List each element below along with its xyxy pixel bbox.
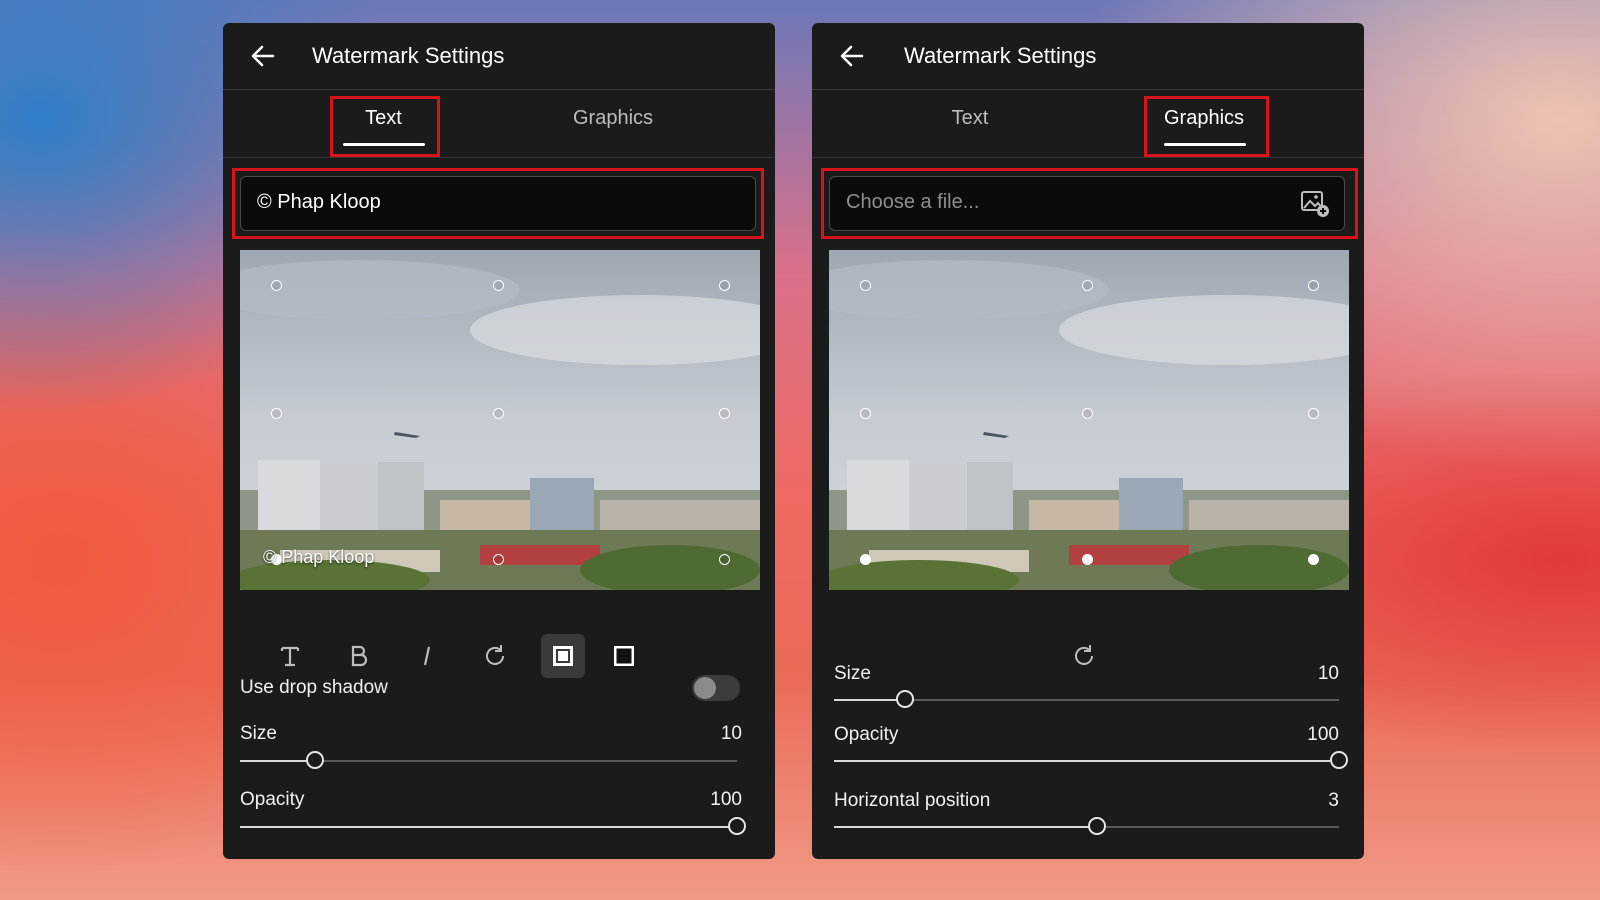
highlight-box: [232, 168, 764, 239]
slider-knob[interactable]: [1330, 751, 1348, 769]
position-dot[interactable]: [860, 408, 871, 419]
size-value: 10: [720, 723, 742, 744]
size-label: Size: [834, 663, 871, 684]
position-dot[interactable]: [1082, 408, 1093, 419]
size-slider[interactable]: [834, 690, 1339, 708]
opacity-value: 100: [710, 789, 742, 810]
toggle-knob: [694, 677, 716, 699]
position-dot[interactable]: [1308, 280, 1319, 291]
position-dot[interactable]: [860, 280, 871, 291]
text-type-icon[interactable]: [268, 634, 312, 678]
size-value: 10: [1317, 663, 1339, 684]
slider-knob[interactable]: [305, 751, 324, 769]
page-title: Watermark Settings: [312, 43, 505, 68]
slider-knob[interactable]: [1087, 817, 1106, 835]
shadow-box-icon[interactable]: [541, 634, 585, 678]
position-dot-selected[interactable]: [1308, 554, 1319, 565]
highlight-box: [821, 168, 1358, 239]
position-dot-selected[interactable]: [860, 554, 871, 565]
preview-image: © Phap Kloop: [240, 250, 760, 590]
size-slider[interactable]: [240, 751, 737, 769]
slider-knob[interactable]: [728, 817, 746, 835]
opacity-slider[interactable]: [834, 751, 1348, 769]
highlight-box: [1144, 96, 1269, 157]
position-dot[interactable]: [493, 280, 504, 291]
right-panel: Watermark Settings Text Graphics Choose …: [812, 23, 1364, 859]
position-dot[interactable]: [719, 280, 730, 291]
italic-icon[interactable]: [405, 634, 449, 678]
opacity-value: 100: [1307, 724, 1339, 745]
rotate-icon[interactable]: [473, 634, 517, 678]
slider-fill: [834, 699, 905, 701]
position-dot-selected[interactable]: [1082, 554, 1093, 565]
tab-text[interactable]: Text: [925, 107, 1015, 130]
opacity-label: Opacity: [834, 724, 899, 745]
horizontal-position-value: 3: [1328, 790, 1339, 811]
header: Watermark Settings: [223, 23, 775, 90]
bold-icon[interactable]: [337, 634, 381, 678]
page-title: Watermark Settings: [904, 43, 1097, 68]
slider-fill: [834, 760, 1339, 762]
tab-bar: Text Graphics: [812, 90, 1364, 158]
drop-shadow-label: Use drop shadow: [240, 677, 388, 698]
opacity-slider[interactable]: [240, 817, 746, 835]
watermark-preview-text: © Phap Kloop: [263, 547, 375, 567]
size-label: Size: [240, 723, 277, 744]
arrow-left-icon[interactable]: [838, 42, 866, 70]
tab-graphics[interactable]: Graphics: [558, 107, 668, 130]
slider-fill: [834, 826, 1097, 828]
slider-knob[interactable]: [895, 690, 914, 708]
position-dot[interactable]: [493, 408, 504, 419]
slider-fill: [240, 826, 737, 828]
outline-box-icon[interactable]: [602, 634, 646, 678]
header: Watermark Settings: [812, 23, 1364, 90]
left-panel: Watermark Settings Text Graphics © Phap …: [223, 23, 775, 859]
slider-fill: [240, 760, 315, 762]
position-dot[interactable]: [719, 408, 730, 419]
arrow-left-icon[interactable]: [249, 42, 277, 70]
rotate-icon[interactable]: [1062, 634, 1106, 678]
horizontal-position-label: Horizontal position: [834, 790, 991, 811]
position-dot[interactable]: [271, 408, 282, 419]
position-dot[interactable]: [719, 554, 730, 565]
tab-bar: Text Graphics: [223, 90, 775, 158]
position-dot[interactable]: [493, 554, 504, 565]
position-dot[interactable]: [1308, 408, 1319, 419]
position-dot[interactable]: [271, 280, 282, 291]
position-dot[interactable]: [1082, 280, 1093, 291]
drop-shadow-toggle[interactable]: [692, 675, 740, 701]
preview-image: [829, 250, 1349, 590]
highlight-box: [330, 96, 440, 157]
opacity-label: Opacity: [240, 789, 305, 810]
horizontal-position-slider[interactable]: [834, 817, 1339, 835]
